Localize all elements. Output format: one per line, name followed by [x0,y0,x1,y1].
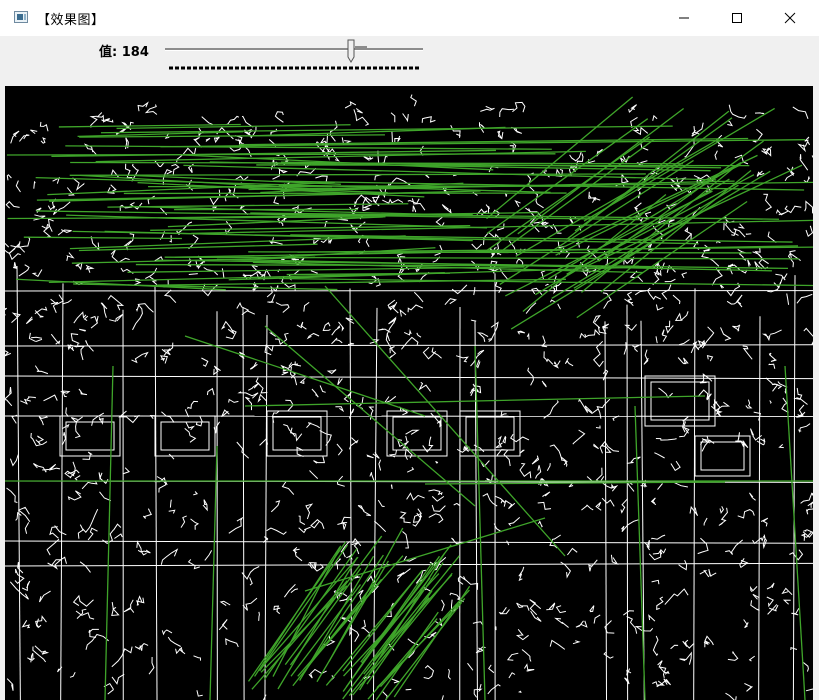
trackbar-ticks [169,64,419,70]
trackbar-label: 值: 184 [99,41,149,60]
trackbar-slider[interactable] [165,48,423,51]
maximize-button[interactable] [714,0,760,36]
maximize-icon [731,12,743,24]
trackbar-thumb[interactable] [345,39,351,61]
minimize-icon [678,12,690,24]
edge-line-image [5,86,813,700]
close-icon [784,12,796,24]
result-image [5,86,813,700]
minimize-button[interactable] [661,0,707,36]
title-bar: 【效果图】 [0,0,819,36]
close-button[interactable] [767,0,813,36]
window-border-right [813,36,819,700]
trackbar-panel: 值: 184 [5,36,813,86]
window-title: 【效果图】 [37,9,105,28]
app-window-icon [14,11,28,23]
